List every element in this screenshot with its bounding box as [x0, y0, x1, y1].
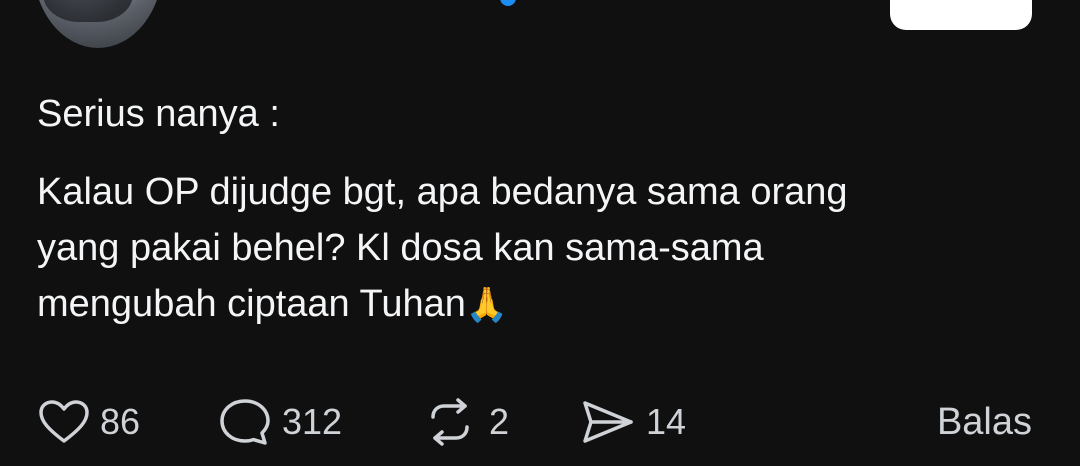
praying-hands-emoji: 🙏 [465, 285, 509, 325]
post-paragraph-1: Serius nanya : [37, 93, 280, 135]
repost-count: 2 [489, 401, 510, 442]
verified-badge-icon [500, 0, 516, 6]
repost-button[interactable]: 2 [421, 392, 509, 452]
repost-icon [421, 397, 479, 447]
send-icon [580, 398, 636, 446]
follow-button[interactable] [890, 0, 1032, 30]
comment-count: 312 [282, 401, 343, 442]
comment-bubble-icon [218, 397, 272, 447]
post-paragraph-2-line-3-text: mengubah ciptaan Tuhan [37, 283, 466, 325]
share-button[interactable]: 14 [580, 392, 686, 452]
post-screen: Serius nanya : Kalau OP dijudge bgt, apa… [0, 0, 1080, 466]
post-paragraph-2-line-1: Kalau OP dijudge bgt, apa bedanya sama o… [37, 171, 848, 213]
post-paragraph-2-line-2: yang pakai behel? Kl dosa kan sama-sama [37, 227, 764, 269]
post-paragraph-2-line-3: mengubah ciptaan Tuhan🙏 [37, 276, 1027, 333]
reply-button[interactable]: Balas [937, 392, 1032, 452]
action-bar: 86 312 2 14 Balas [0, 392, 1080, 452]
like-button[interactable]: 86 [38, 392, 140, 452]
avatar[interactable] [33, 0, 163, 48]
like-count: 86 [100, 401, 141, 442]
post-body: Serius nanya : Kalau OP dijudge bgt, apa… [37, 86, 1027, 333]
heart-icon [38, 399, 90, 445]
comment-button[interactable]: 312 [218, 392, 342, 452]
share-count: 14 [646, 401, 687, 442]
